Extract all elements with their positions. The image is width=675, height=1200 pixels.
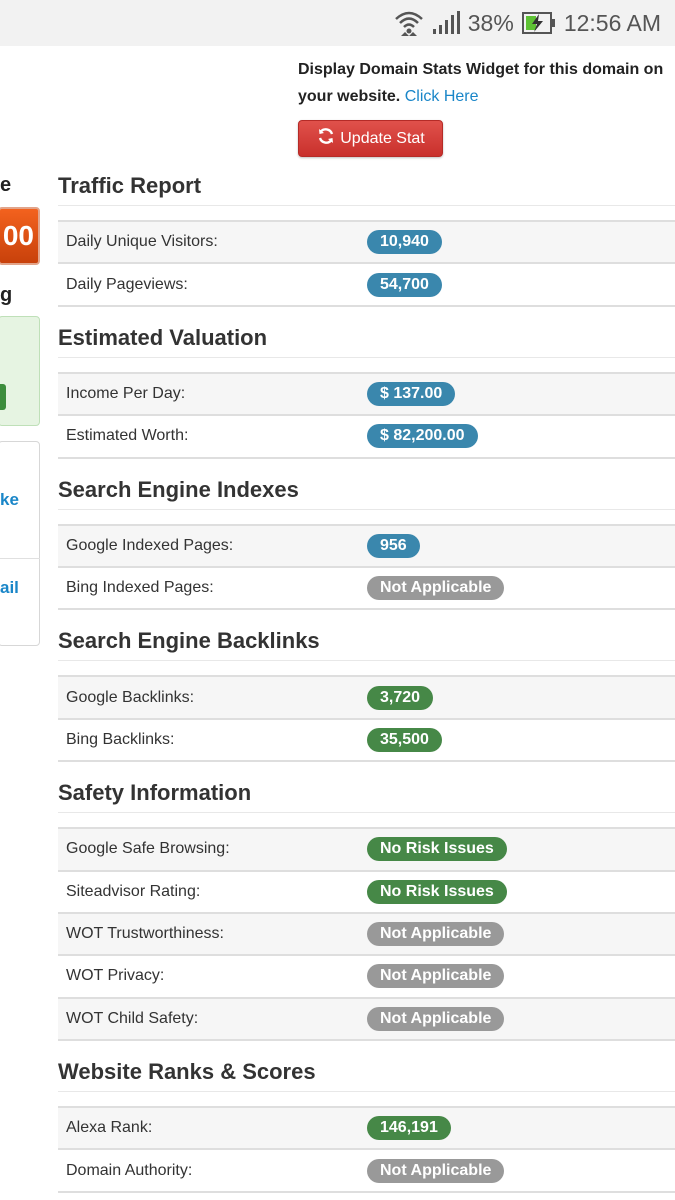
row-label: Google Safe Browsing: [66,840,230,858]
section-estimated-valuation: Estimated Valuation Income Per Day: $ 13… [58,322,675,459]
table-row: Google Backlinks: 3,720 [58,677,675,720]
battery-percent: 38% [467,9,514,36]
row-label: Estimated Worth: [66,427,189,445]
row-label: Siteadvisor Rating: [66,882,201,900]
row-label: Bing Indexed Pages: [66,579,214,597]
update-stat-label: Update Stat [340,129,425,147]
section-website-ranks: Website Ranks & Scores Alexa Rank: 146,1… [58,1056,675,1193]
status-bar: 38% 12:56 AM [0,0,675,46]
table-row: Domain Authority: Not Applicable [58,1150,675,1193]
value-badge: 54,700 [367,272,442,297]
table-row: WOT Child Safety: Not Applicable [58,998,675,1042]
row-label: Google Indexed Pages: [66,536,234,554]
row-label: Daily Unique Visitors: [66,233,218,251]
value-badge: Not Applicable [367,964,505,989]
stats-table: Google Backlinks: 3,720 Bing Backlinks: … [58,675,675,763]
left-card-divider [0,558,40,559]
value-badge: No Risk Issues [367,879,507,904]
status-icons: 38% 12:56 AM [394,8,661,38]
row-label: Daily Pageviews: [66,275,188,293]
section-search-engine-backlinks: Search Engine Backlinks Google Backlinks… [58,625,675,763]
wifi-icon [394,9,424,37]
table-row: Google Safe Browsing: No Risk Issues [58,829,675,872]
battery-charging-icon [521,11,556,35]
section-title: Website Ranks & Scores [58,1056,675,1093]
left-green-button[interactable] [0,384,6,410]
table-row: Daily Unique Visitors: 10,940 [58,222,675,265]
section-title: Search Engine Indexes [58,474,675,510]
row-label: Income Per Day: [66,384,186,402]
row-label: Google Backlinks: [66,688,195,706]
section-title: Search Engine Backlinks [58,625,675,662]
stats-table: Alexa Rank: 146,191 Domain Authority: No… [58,1106,675,1193]
table-row: Estimated Worth: $ 82,200.00 [58,416,675,459]
update-stat-button[interactable]: Update Stat [298,120,443,157]
value-badge: $ 82,200.00 [367,424,478,449]
stats-table: Income Per Day: $ 137.00 Estimated Worth… [58,371,675,459]
stats-table: Google Safe Browsing: No Risk Issues Sit… [58,827,675,1042]
click-here-link[interactable]: Click Here [405,88,479,105]
left-heading-fragment-2: g [0,284,13,306]
section-title: Estimated Valuation [58,322,675,358]
clock: 12:56 AM [563,9,661,36]
left-link-fragment-2[interactable]: ail [0,578,19,598]
left-score-box: 00 [0,207,40,265]
table-row: WOT Privacy: Not Applicable [58,956,675,999]
value-badge: $ 137.00 [367,381,456,406]
value-badge: Not Applicable [367,922,505,947]
left-heading-fragment: e [0,174,12,196]
stats-table: Google Indexed Pages: 956 Bing Indexed P… [58,523,675,611]
table-row: Alexa Rank: 146,191 [58,1108,675,1151]
table-row: Google Indexed Pages: 956 [58,525,675,568]
table-row: Siteadvisor Rating: No Risk Issues [58,872,675,914]
refresh-icon [316,126,336,151]
section-title: Traffic Report [58,170,675,206]
row-label: WOT Trustworthiness: [66,925,224,943]
row-label: Domain Authority: [66,1161,193,1179]
table-row: Income Per Day: $ 137.00 [58,373,675,417]
stats-table: Daily Unique Visitors: 10,940 Daily Page… [58,220,675,307]
value-badge: Not Applicable [367,1158,505,1183]
value-badge: 146,191 [367,1116,451,1141]
value-badge: No Risk Issues [367,837,507,862]
row-label: WOT Child Safety: [66,1009,199,1027]
row-label: Alexa Rank: [66,1119,153,1137]
left-card [0,441,40,646]
left-green-panel [0,316,40,426]
widget-promo-text: Display Domain Stats Widget for this dom… [298,61,664,105]
section-search-engine-indexes: Search Engine Indexes Google Indexed Pag… [58,474,675,611]
value-badge: 956 [367,533,420,558]
widget-promo: Display Domain Stats Widget for this dom… [298,56,673,110]
section-traffic-report: Traffic Report Daily Unique Visitors: 10… [58,170,675,307]
section-safety-information: Safety Information Google Safe Browsing:… [58,777,675,1042]
section-title: Safety Information [58,777,675,814]
domain-stats: Traffic Report Daily Unique Visitors: 10… [58,170,675,1200]
left-link-fragment[interactable]: ke [0,490,19,510]
signal-icon [432,11,460,35]
value-badge: Not Applicable [367,576,505,601]
row-label: WOT Privacy: [66,967,165,985]
value-badge: 3,720 [367,685,434,710]
value-badge: 35,500 [367,727,442,752]
table-row: Bing Backlinks: 35,500 [58,720,675,763]
row-label: Bing Backlinks: [66,730,175,748]
value-badge: Not Applicable [367,1006,505,1031]
value-badge: 10,940 [367,230,442,255]
table-row: Bing Indexed Pages: Not Applicable [58,568,675,611]
table-row: Daily Pageviews: 54,700 [58,264,675,307]
table-row: WOT Trustworthiness: Not Applicable [58,913,675,957]
